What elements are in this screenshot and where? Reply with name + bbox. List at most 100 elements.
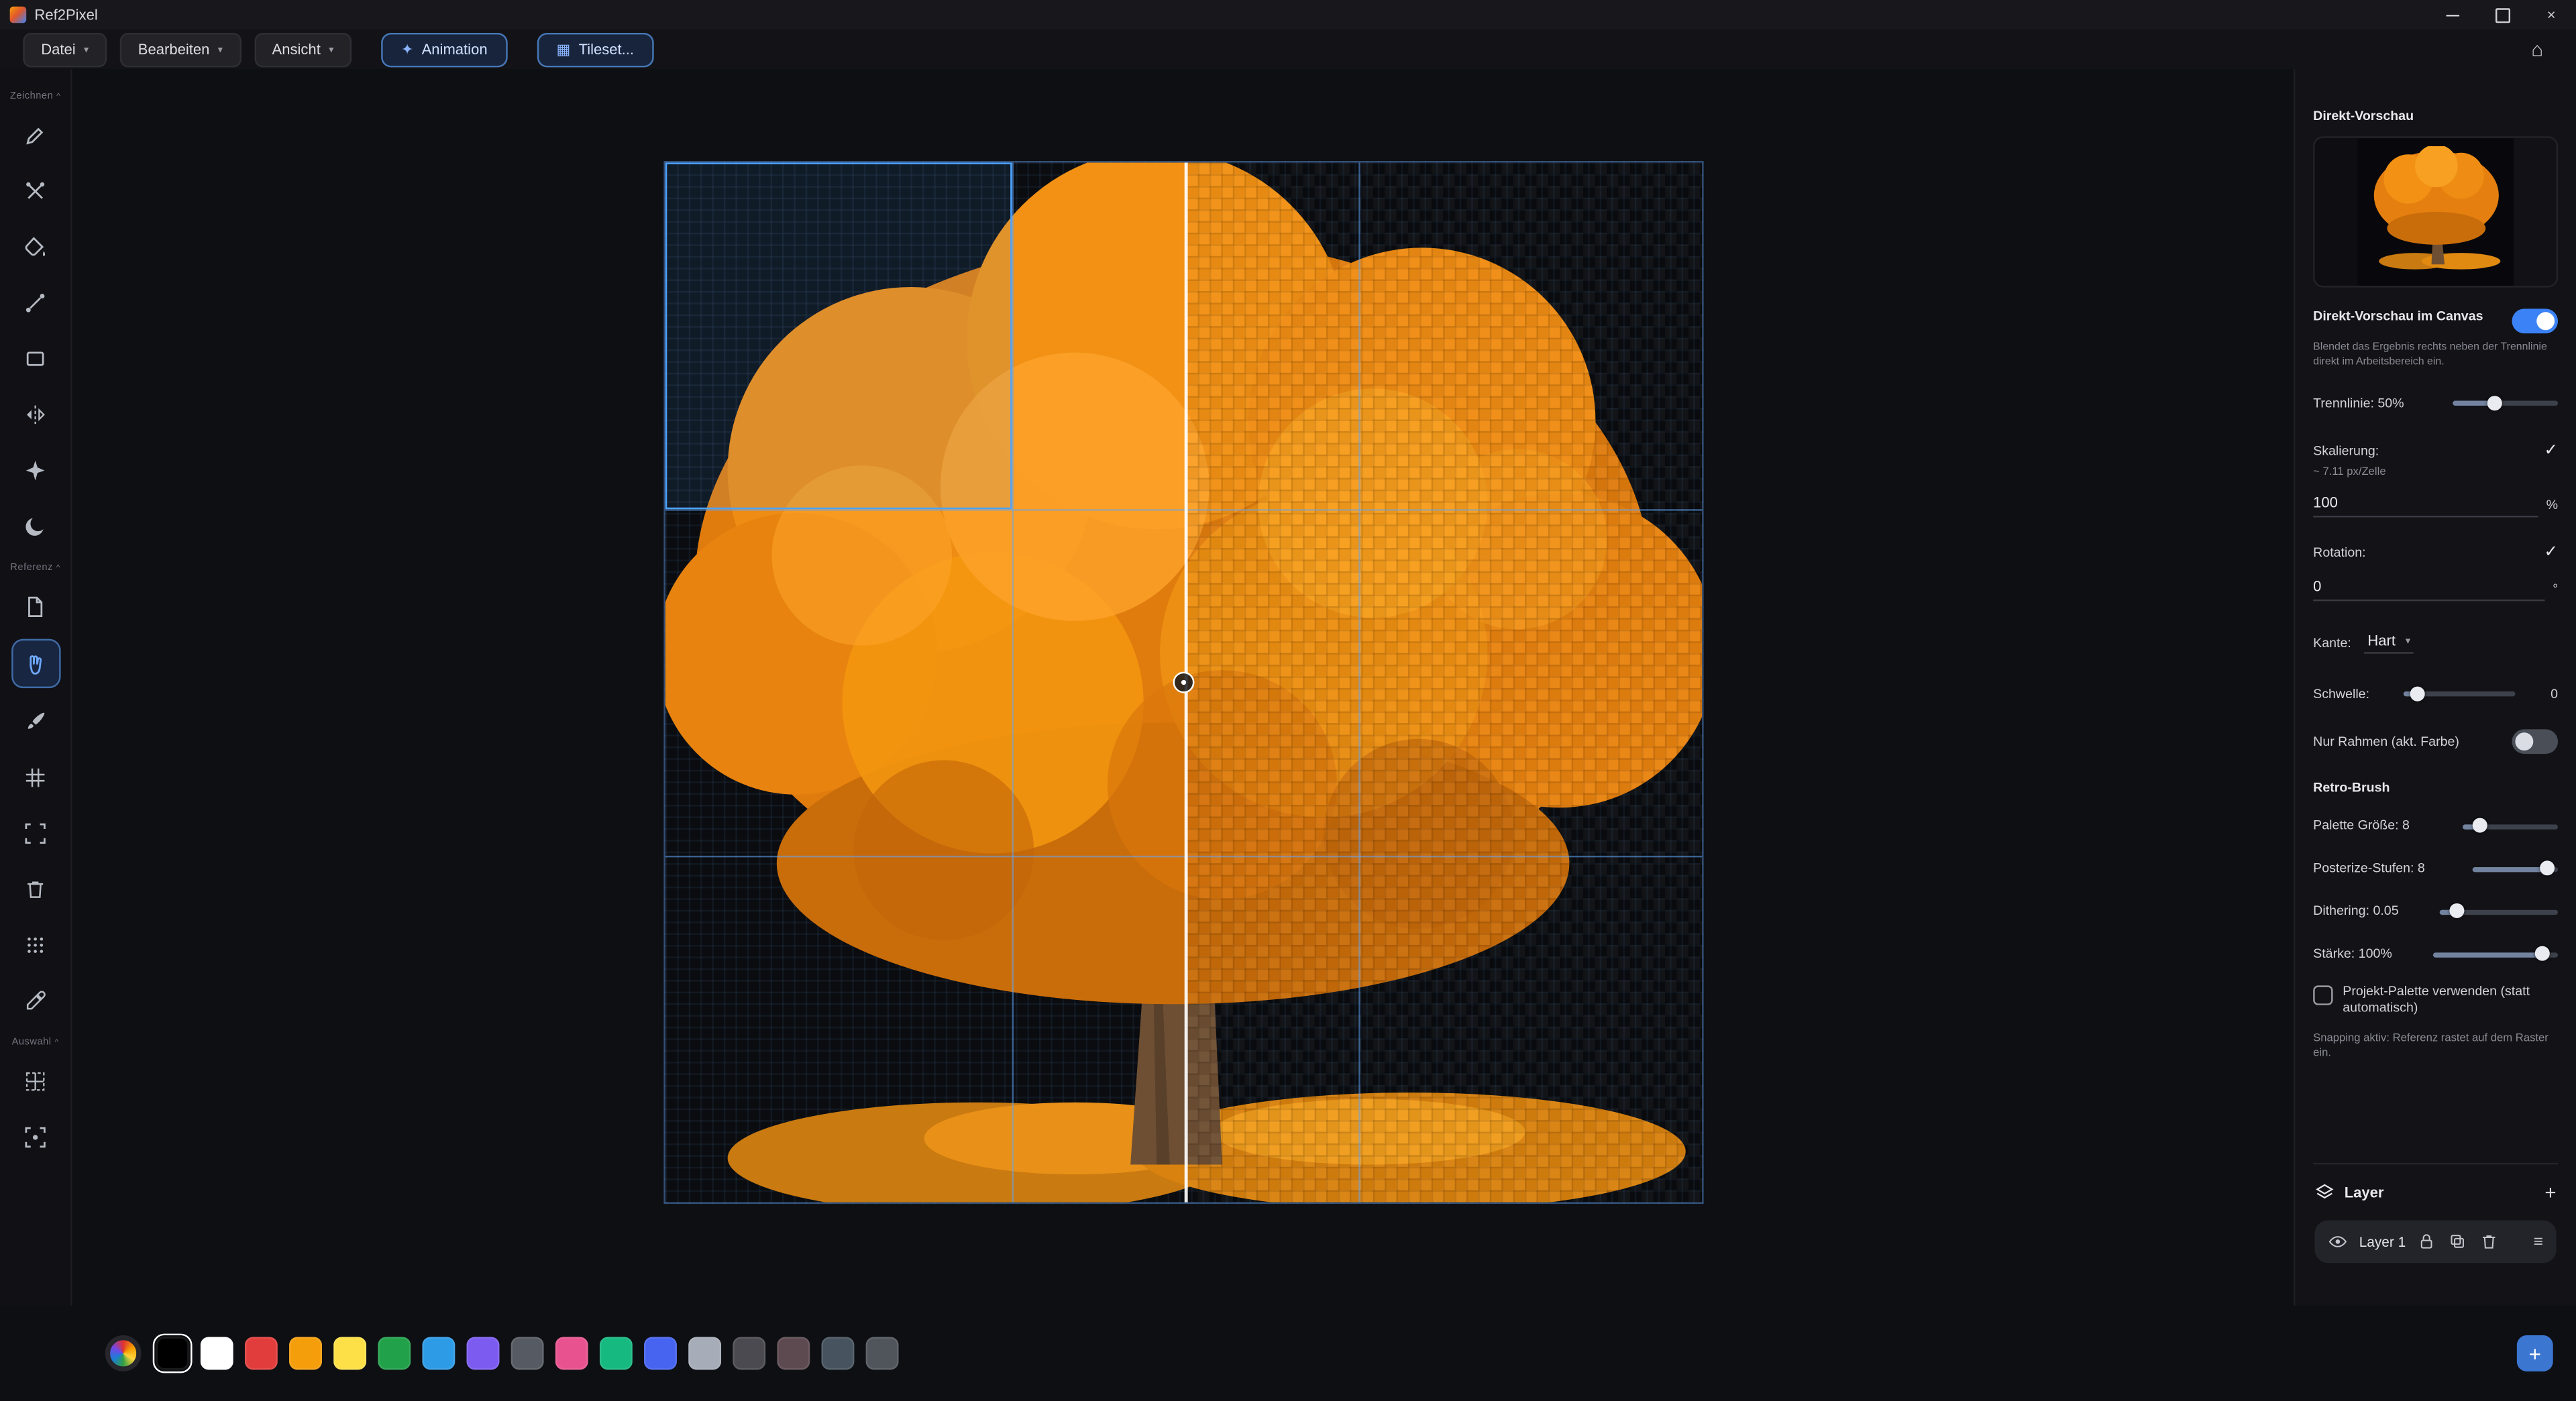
color-swatch[interactable] xyxy=(644,1337,677,1369)
posterize-slider[interactable] xyxy=(2473,858,2558,878)
palette-bar: + xyxy=(0,1306,2576,1401)
pencil-icon xyxy=(23,122,48,147)
tileset-button[interactable]: ▦ Tileset... xyxy=(537,32,653,66)
symmetry-tool[interactable] xyxy=(12,391,58,437)
shade-tool[interactable] xyxy=(12,502,58,549)
collapse-icon: ^ xyxy=(54,1038,58,1048)
reference-file-tool[interactable] xyxy=(12,583,58,629)
color-swatch[interactable] xyxy=(245,1337,278,1369)
palette-size-slider[interactable] xyxy=(2463,816,2558,836)
color-swatch[interactable] xyxy=(289,1337,322,1369)
dithering-slider[interactable] xyxy=(2440,901,2558,921)
app-icon xyxy=(10,7,26,23)
apply-rotation-button[interactable]: ✓ xyxy=(2544,544,2559,562)
color-wheel-button[interactable] xyxy=(105,1335,142,1371)
magic-tool[interactable] xyxy=(12,447,58,493)
split-divider-handle[interactable] xyxy=(1173,672,1195,693)
transform-tool[interactable] xyxy=(12,168,58,214)
apply-scale-button[interactable]: ✓ xyxy=(2544,442,2559,460)
color-swatch[interactable] xyxy=(156,1337,189,1369)
duplicate-icon[interactable] xyxy=(2449,1232,2468,1251)
frame-tool[interactable] xyxy=(12,809,58,856)
color-swatch[interactable] xyxy=(600,1337,633,1369)
grid-tool[interactable] xyxy=(12,754,58,800)
layer-row[interactable]: Layer 1 ≡ xyxy=(2315,1221,2557,1264)
section-zeichnen[interactable]: Zeichnen^ xyxy=(10,92,61,102)
canvas[interactable] xyxy=(663,161,1703,1204)
canvas-preview-description: Blendet das Ergebnis rechts neben der Tr… xyxy=(2313,340,2558,370)
pencil-tool[interactable] xyxy=(12,112,58,158)
marquee-tool[interactable] xyxy=(12,1058,58,1104)
eye-icon[interactable] xyxy=(2328,1232,2347,1251)
nur-rahmen-toggle[interactable] xyxy=(2512,730,2558,754)
color-swatch[interactable] xyxy=(688,1337,721,1369)
color-swatch[interactable] xyxy=(866,1337,899,1369)
projekt-palette-checkbox[interactable] xyxy=(2313,985,2332,1005)
line-tool[interactable] xyxy=(12,279,58,325)
focus-select-tool[interactable] xyxy=(12,1113,58,1160)
color-swatch[interactable] xyxy=(511,1337,544,1369)
color-swatch[interactable] xyxy=(201,1337,233,1369)
maximize-button[interactable] xyxy=(2477,0,2526,30)
section-auswahl[interactable]: Auswahl^ xyxy=(12,1038,59,1048)
kante-label: Kante: xyxy=(2313,635,2351,650)
guide-line-horizontal xyxy=(665,856,1702,857)
add-color-button[interactable]: + xyxy=(2517,1335,2553,1371)
trash-icon[interactable] xyxy=(2479,1232,2499,1251)
mirror-icon xyxy=(23,402,48,427)
palette-size-label: Palette Größe: 8 xyxy=(2313,818,2410,833)
marquee-grid-icon xyxy=(23,1068,48,1093)
color-swatch[interactable] xyxy=(333,1337,366,1369)
dither-tool[interactable] xyxy=(12,921,58,968)
rectangle-tool[interactable] xyxy=(12,335,58,382)
menu-ansicht[interactable]: Ansicht▾ xyxy=(254,32,352,66)
paintbrush-tool[interactable] xyxy=(12,698,58,744)
color-swatch[interactable] xyxy=(422,1337,455,1369)
home-button[interactable]: ⌂ xyxy=(2522,38,2553,60)
close-button[interactable]: × xyxy=(2527,0,2576,30)
scale-input[interactable]: 100 xyxy=(2313,495,2538,518)
color-swatch[interactable] xyxy=(378,1337,411,1369)
rotation-input[interactable]: 0 xyxy=(2313,579,2544,602)
delete-reference-tool[interactable] xyxy=(12,866,58,912)
layers-icon xyxy=(2315,1182,2334,1202)
brush-icon xyxy=(23,709,48,734)
color-swatch[interactable] xyxy=(555,1337,588,1369)
minimize-button[interactable] xyxy=(2428,0,2477,30)
eyedropper-tool[interactable] xyxy=(12,977,58,1023)
guide-line-vertical xyxy=(1358,162,1360,1202)
fill-tool[interactable] xyxy=(12,223,58,270)
chevron-down-icon: ▾ xyxy=(84,44,89,55)
add-layer-button[interactable]: + xyxy=(2544,1181,2556,1204)
canvas-preview-toggle[interactable] xyxy=(2512,309,2558,333)
hand-tool[interactable] xyxy=(11,639,60,688)
selection-rectangle[interactable] xyxy=(665,162,1012,509)
schwelle-slider[interactable] xyxy=(2404,683,2516,703)
animation-button[interactable]: ✦ Animation xyxy=(381,32,507,66)
preview-tree xyxy=(2365,146,2506,278)
workspace xyxy=(72,69,2294,1306)
focus-select-icon xyxy=(23,1124,48,1149)
menu-bearbeiten[interactable]: Bearbeiten▾ xyxy=(120,32,241,66)
left-toolbar: Zeichnen^ Referenz^ Auswahl^ xyxy=(0,69,72,1306)
preview-title: Direkt-Vorschau xyxy=(2313,109,2558,123)
color-swatch[interactable] xyxy=(467,1337,500,1369)
menu-datei[interactable]: Datei▾ xyxy=(23,32,107,66)
collapse-icon: ^ xyxy=(56,563,60,573)
section-referenz[interactable]: Referenz^ xyxy=(10,563,60,573)
color-swatch[interactable] xyxy=(777,1337,810,1369)
staerke-label: Stärke: 100% xyxy=(2313,946,2392,961)
kante-select[interactable]: Hart ▾ xyxy=(2364,631,2414,654)
nur-rahmen-label: Nur Rahmen (akt. Farbe) xyxy=(2313,734,2459,749)
rectangle-icon xyxy=(23,346,48,371)
drag-handle-icon[interactable]: ≡ xyxy=(2534,1233,2543,1251)
canvas-preview-label: Direkt-Vorschau im Canvas xyxy=(2313,309,2483,324)
color-swatch[interactable] xyxy=(821,1337,854,1369)
layer-title: Layer xyxy=(2345,1184,2384,1200)
color-swatch[interactable] xyxy=(733,1337,765,1369)
guide-line-vertical xyxy=(1012,162,1014,1202)
trennlinie-slider[interactable] xyxy=(2453,393,2558,412)
collapse-icon: ^ xyxy=(56,92,60,102)
lock-icon[interactable] xyxy=(2417,1232,2436,1251)
staerke-slider[interactable] xyxy=(2433,944,2558,964)
